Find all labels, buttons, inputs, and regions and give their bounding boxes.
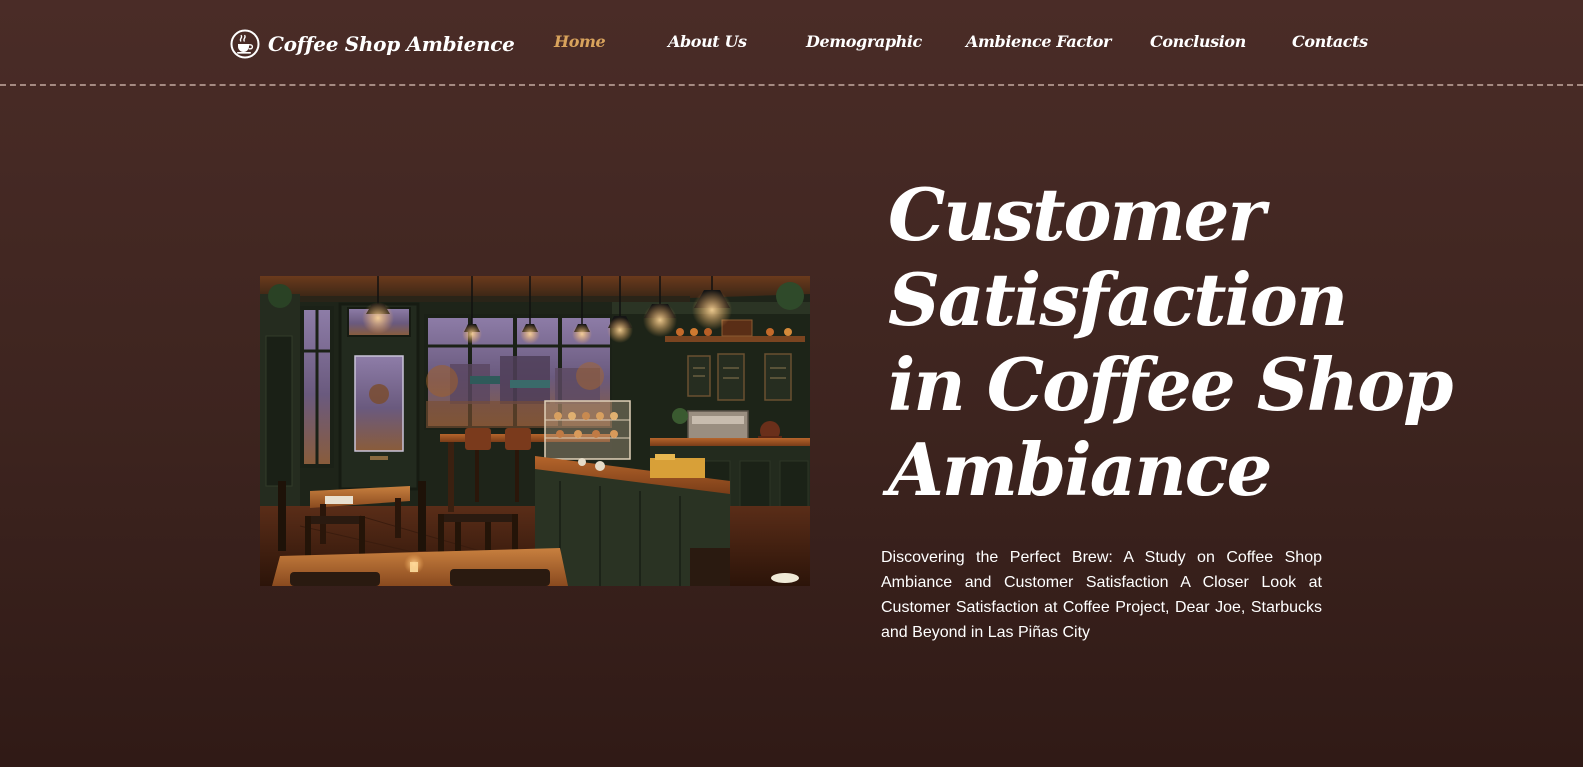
coffee-cup-icon <box>230 29 260 59</box>
brand-name: Coffee Shop Ambience <box>268 32 515 56</box>
brand-link[interactable]: Coffee Shop Ambience <box>230 27 515 61</box>
hero-title-line: in Coffee Shop <box>888 342 1453 427</box>
top-navbar: Coffee Shop Ambience Home About Us Demog… <box>0 0 1583 86</box>
hero-description: Discovering the Perfect Brew: A Study on… <box>881 549 1322 641</box>
nav-link-ambience-factor[interactable]: Ambience Factor <box>966 32 1111 51</box>
nav-link-about-us[interactable]: About Us <box>668 32 747 51</box>
coffee-shop-interior-image <box>260 276 810 586</box>
hero-title-line: Ambiance <box>888 427 1272 512</box>
nav-link-demographic[interactable]: Demographic <box>806 32 922 51</box>
nav-link-contacts[interactable]: Contacts <box>1292 32 1368 51</box>
hero-title-line: Customer <box>888 172 1265 257</box>
nav-link-home[interactable]: Home <box>554 32 606 51</box>
hero-title-line: Satisfaction <box>888 257 1348 342</box>
hero-title: Customer Satisfaction in Coffee Shop Amb… <box>888 172 1453 512</box>
nav-link-conclusion[interactable]: Conclusion <box>1150 32 1246 51</box>
